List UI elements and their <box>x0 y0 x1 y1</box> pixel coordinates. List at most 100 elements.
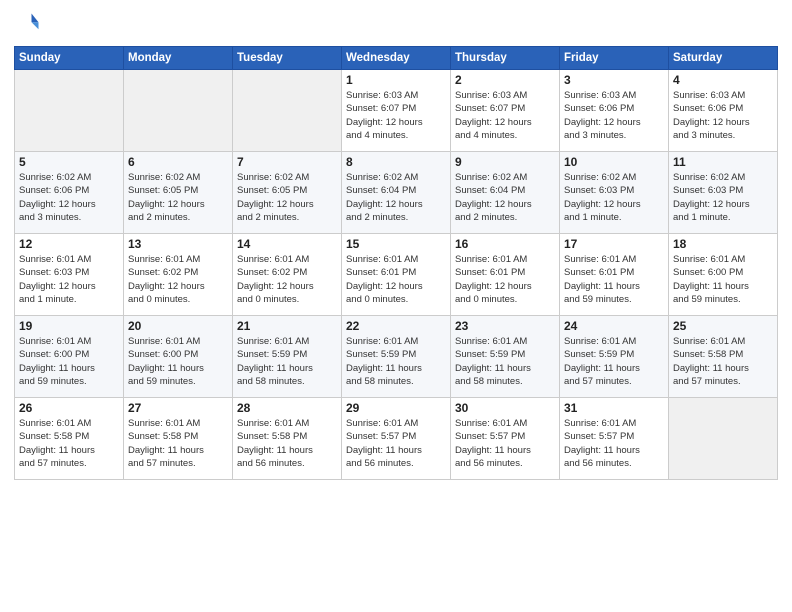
calendar-cell: 16 Sunrise: 6:01 AM Sunset: 6:01 PM Dayli… <box>451 234 560 316</box>
day-info: Sunrise: 6:01 AM Sunset: 5:57 PM Dayligh… <box>564 417 664 470</box>
day-info: Sunrise: 6:01 AM Sunset: 5:59 PM Dayligh… <box>455 335 555 388</box>
day-number: 1 <box>346 73 446 87</box>
day-number: 13 <box>128 237 228 251</box>
calendar-cell: 5 Sunrise: 6:02 AM Sunset: 6:06 PM Daylig… <box>15 152 124 234</box>
day-number: 25 <box>673 319 773 333</box>
calendar-cell: 10Sunrise: 6:02 AM Sunset: 6:03 PM Dayli… <box>560 152 669 234</box>
calendar-cell: 20 Sunrise: 6:01 AM Sunset: 6:00 PM Dayli… <box>124 316 233 398</box>
day-info: Sunrise: 6:02 AM Sunset: 6:04 PM Dayligh… <box>346 171 446 224</box>
day-info: Sunrise: 6:01 AM Sunset: 6:00 PM Dayligh… <box>673 253 773 306</box>
calendar-cell: 13 Sunrise: 6:01 AM Sunset: 6:02 PM Dayli… <box>124 234 233 316</box>
logo <box>14 10 46 38</box>
day-number: 16 <box>455 237 555 251</box>
calendar-cell: 1 Sunrise: 6:03 AM Sunset: 6:07 PM Daylig… <box>342 70 451 152</box>
day-number: 10 <box>564 155 664 169</box>
day-info: Sunrise: 6:01 AM Sunset: 5:58 PM Dayligh… <box>128 417 228 470</box>
weekday-header-saturday: Saturday <box>669 47 778 70</box>
calendar-cell: 12 Sunrise: 6:01 AM Sunset: 6:03 PM Dayli… <box>15 234 124 316</box>
week-row-4: 19 Sunrise: 6:01 AM Sunset: 6:00 PM Dayli… <box>15 316 778 398</box>
day-info: Sunrise: 6:01 AM Sunset: 5:59 PM Dayligh… <box>346 335 446 388</box>
week-row-3: 12 Sunrise: 6:01 AM Sunset: 6:03 PM Dayli… <box>15 234 778 316</box>
calendar-cell: 6Sunrise: 6:02 AM Sunset: 6:05 PM Daylig… <box>124 152 233 234</box>
calendar-cell: 9 Sunrise: 6:02 AM Sunset: 6:04 PM Daylig… <box>451 152 560 234</box>
calendar-cell: 23 Sunrise: 6:01 AM Sunset: 5:59 PM Dayli… <box>451 316 560 398</box>
weekday-header-sunday: Sunday <box>15 47 124 70</box>
day-number: 3 <box>564 73 664 87</box>
day-info: Sunrise: 6:01 AM Sunset: 6:00 PM Dayligh… <box>128 335 228 388</box>
calendar-cell: 2Sunrise: 6:03 AM Sunset: 6:07 PM Daylig… <box>451 70 560 152</box>
day-number: 18 <box>673 237 773 251</box>
calendar-cell: 7 Sunrise: 6:02 AM Sunset: 6:05 PM Daylig… <box>233 152 342 234</box>
day-number: 5 <box>19 155 119 169</box>
calendar-cell: 31 Sunrise: 6:01 AM Sunset: 5:57 PM Dayli… <box>560 398 669 480</box>
day-info: Sunrise: 6:02 AM Sunset: 6:06 PM Dayligh… <box>19 171 119 224</box>
day-info: Sunrise: 6:01 AM Sunset: 6:01 PM Dayligh… <box>564 253 664 306</box>
day-info: Sunrise: 6:01 AM Sunset: 5:57 PM Dayligh… <box>455 417 555 470</box>
day-number: 30 <box>455 401 555 415</box>
weekday-header-friday: Friday <box>560 47 669 70</box>
day-info: Sunrise: 6:01 AM Sunset: 5:59 PM Dayligh… <box>564 335 664 388</box>
calendar: SundayMondayTuesdayWednesdayThursdayFrid… <box>14 46 778 480</box>
day-info: Sunrise: 6:01 AM Sunset: 6:02 PM Dayligh… <box>128 253 228 306</box>
day-info: Sunrise: 6:01 AM Sunset: 5:58 PM Dayligh… <box>673 335 773 388</box>
day-number: 4 <box>673 73 773 87</box>
day-info: Sunrise: 6:01 AM Sunset: 6:01 PM Dayligh… <box>455 253 555 306</box>
calendar-cell: 22 Sunrise: 6:01 AM Sunset: 5:59 PM Dayli… <box>342 316 451 398</box>
calendar-cell: 28 Sunrise: 6:01 AM Sunset: 5:58 PM Dayli… <box>233 398 342 480</box>
day-info: Sunrise: 6:01 AM Sunset: 6:02 PM Dayligh… <box>237 253 337 306</box>
day-number: 15 <box>346 237 446 251</box>
day-info: Sunrise: 6:01 AM Sunset: 5:58 PM Dayligh… <box>237 417 337 470</box>
day-number: 31 <box>564 401 664 415</box>
day-number: 7 <box>237 155 337 169</box>
day-info: Sunrise: 6:01 AM Sunset: 6:01 PM Dayligh… <box>346 253 446 306</box>
calendar-cell: 15 Sunrise: 6:01 AM Sunset: 6:01 PM Dayli… <box>342 234 451 316</box>
day-info: Sunrise: 6:03 AM Sunset: 6:07 PM Dayligh… <box>346 89 446 142</box>
day-number: 9 <box>455 155 555 169</box>
weekday-header-thursday: Thursday <box>451 47 560 70</box>
day-info: Sunrise: 6:01 AM Sunset: 5:58 PM Dayligh… <box>19 417 119 470</box>
calendar-cell: 8 Sunrise: 6:02 AM Sunset: 6:04 PM Daylig… <box>342 152 451 234</box>
calendar-cell: 21 Sunrise: 6:01 AM Sunset: 5:59 PM Dayli… <box>233 316 342 398</box>
header <box>14 10 778 38</box>
day-info: Sunrise: 6:01 AM Sunset: 5:59 PM Dayligh… <box>237 335 337 388</box>
day-number: 26 <box>19 401 119 415</box>
day-number: 11 <box>673 155 773 169</box>
day-info: Sunrise: 6:03 AM Sunset: 6:06 PM Dayligh… <box>673 89 773 142</box>
week-row-1: 1 Sunrise: 6:03 AM Sunset: 6:07 PM Daylig… <box>15 70 778 152</box>
weekday-header-tuesday: Tuesday <box>233 47 342 70</box>
day-info: Sunrise: 6:02 AM Sunset: 6:05 PM Dayligh… <box>237 171 337 224</box>
calendar-cell: 19 Sunrise: 6:01 AM Sunset: 6:00 PM Dayli… <box>15 316 124 398</box>
day-info: Sunrise: 6:01 AM Sunset: 6:00 PM Dayligh… <box>19 335 119 388</box>
calendar-cell: 11Sunrise: 6:02 AM Sunset: 6:03 PM Dayli… <box>669 152 778 234</box>
day-number: 24 <box>564 319 664 333</box>
day-info: Sunrise: 6:01 AM Sunset: 6:03 PM Dayligh… <box>19 253 119 306</box>
calendar-cell: 29Sunrise: 6:01 AM Sunset: 5:57 PM Dayli… <box>342 398 451 480</box>
day-number: 28 <box>237 401 337 415</box>
calendar-cell: 24 Sunrise: 6:01 AM Sunset: 5:59 PM Dayli… <box>560 316 669 398</box>
day-number: 12 <box>19 237 119 251</box>
calendar-cell: 17Sunrise: 6:01 AM Sunset: 6:01 PM Dayli… <box>560 234 669 316</box>
calendar-cell <box>124 70 233 152</box>
calendar-cell <box>233 70 342 152</box>
day-number: 22 <box>346 319 446 333</box>
day-number: 19 <box>19 319 119 333</box>
day-number: 2 <box>455 73 555 87</box>
calendar-cell: 14 Sunrise: 6:01 AM Sunset: 6:02 PM Dayli… <box>233 234 342 316</box>
logo-icon <box>14 10 42 38</box>
day-number: 14 <box>237 237 337 251</box>
day-number: 8 <box>346 155 446 169</box>
page: SundayMondayTuesdayWednesdayThursdayFrid… <box>0 0 792 612</box>
calendar-cell: 3Sunrise: 6:03 AM Sunset: 6:06 PM Daylig… <box>560 70 669 152</box>
week-row-2: 5 Sunrise: 6:02 AM Sunset: 6:06 PM Daylig… <box>15 152 778 234</box>
weekday-header-row: SundayMondayTuesdayWednesdayThursdayFrid… <box>15 47 778 70</box>
calendar-cell: 26 Sunrise: 6:01 AM Sunset: 5:58 PM Dayli… <box>15 398 124 480</box>
day-info: Sunrise: 6:02 AM Sunset: 6:05 PM Dayligh… <box>128 171 228 224</box>
calendar-cell: 25 Sunrise: 6:01 AM Sunset: 5:58 PM Dayli… <box>669 316 778 398</box>
calendar-cell: 4 Sunrise: 6:03 AM Sunset: 6:06 PM Daylig… <box>669 70 778 152</box>
weekday-header-wednesday: Wednesday <box>342 47 451 70</box>
day-number: 23 <box>455 319 555 333</box>
day-info: Sunrise: 6:02 AM Sunset: 6:04 PM Dayligh… <box>455 171 555 224</box>
day-number: 21 <box>237 319 337 333</box>
day-number: 20 <box>128 319 228 333</box>
weekday-header-monday: Monday <box>124 47 233 70</box>
